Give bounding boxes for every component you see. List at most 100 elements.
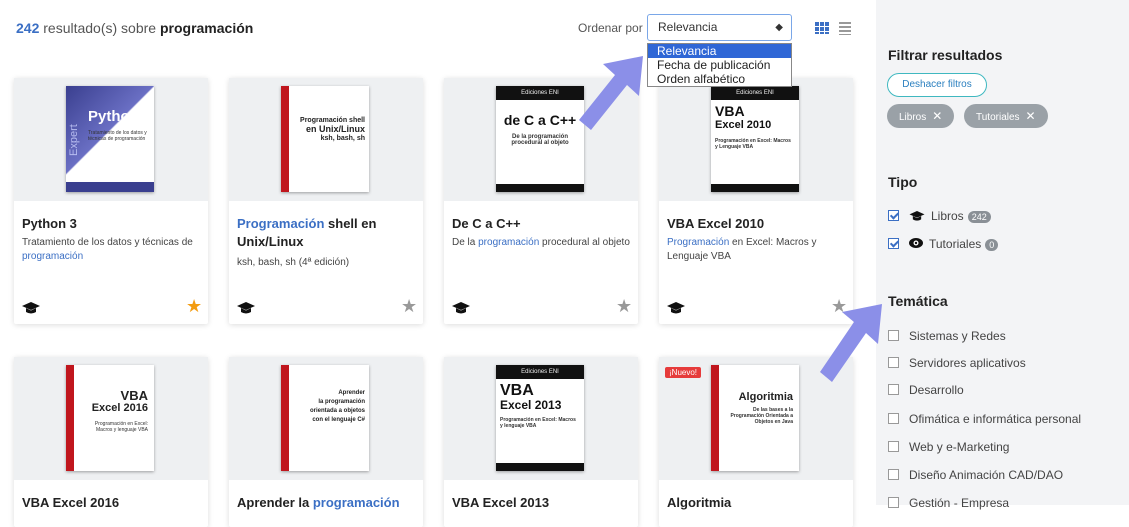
results-area: 242 resultado(s) sobre programación Orde… [0,0,876,527]
favorite-star-icon[interactable]: ★ [401,297,417,315]
cover-subtitle: Programación en Excel: Macros y lenguaje… [500,417,576,429]
tipo-libros[interactable]: Libros 242 [888,208,991,224]
book-card-vba-2013[interactable]: Ediciones ENI VBA Excel 2013 Programación… [444,357,638,527]
close-icon[interactable]: ✕ [932,109,942,123]
checkbox[interactable] [888,469,899,480]
checkbox[interactable] [888,330,899,341]
card-title[interactable]: VBA Excel 2016 [22,494,200,512]
tematica-item[interactable]: Gestión - Empresa [888,495,1009,511]
card-title[interactable]: Aprender la programación [237,494,415,512]
checkbox[interactable] [888,357,899,368]
filter-title: Filtrar resultados [888,47,1003,63]
cover-title: Programación shell en Unix/Linux ksh, bash… [300,117,365,142]
cover-title: de C a C++ [503,112,577,128]
cover-title: Aprender la programación orientada a objet… [309,390,365,423]
card-title[interactable]: Algoritmia [667,494,845,512]
cover-title: Python 3 [88,108,152,125]
cover-stripe [711,365,719,471]
book-cover: Ediciones ENI de C a C++ De la programac… [496,86,584,192]
book-cover: Expert Python 3 Tratamiento de los datos… [66,86,154,192]
cover-stripe [281,86,289,192]
sort-label: Ordenar por [578,21,643,35]
tematica-item[interactable]: Diseño Animación CAD/DAO [888,467,1063,483]
tematica-title: Temática [888,293,948,309]
book-cover: Programación shell en Unix/Linux ksh, bash… [281,86,369,192]
checkbox[interactable] [888,210,899,221]
tematica-item[interactable]: Web y e-Marketing [888,439,1009,455]
count-badge: 0 [985,239,999,251]
sort-dropdown: Relevancia Fecha de publicación Orden al… [647,43,792,87]
graduation-cap-icon [909,211,925,221]
select-caret-icon: ◆ [775,22,783,33]
favorite-star-icon[interactable]: ★ [616,297,632,315]
card-title[interactable]: VBA Excel 2010 [667,215,845,233]
cover-foot [496,184,584,192]
undo-filters-button[interactable]: Deshacer filtros [887,73,987,97]
results-number: 242 [16,20,40,36]
cover-foot [496,463,584,471]
grid-view-icon[interactable] [815,22,829,34]
cover-stripe [281,365,289,471]
book-card-python3[interactable]: Expert Python 3 Tratamiento de los datos… [14,78,208,324]
card-title[interactable]: De C a C++ [452,215,630,233]
checkbox[interactable] [888,413,899,424]
tipo-title: Tipo [888,174,918,190]
cover-subtitle: Tratamiento de los datos y técnicas de p… [88,130,147,142]
card-subtitle: Tratamiento de los datos y técnicas de p… [22,237,193,262]
cover-title: Algoritmia [738,391,793,403]
list-view-icon[interactable] [839,22,851,35]
book-card-shell-unix[interactable]: Programación shell en Unix/Linux ksh, bash… [229,78,423,324]
sort-option-relevancia[interactable]: Relevancia [648,44,791,58]
book-cover: VBA Excel 2016 Programación en Excel: Mac… [66,365,154,471]
cover-title: VBA Excel 2016 [91,388,148,414]
cover-subtitle: De la programación procedural al objeto [511,134,569,146]
cover-stripe [66,365,74,471]
card-title[interactable]: VBA Excel 2013 [452,494,630,512]
checkbox[interactable] [888,497,899,508]
sort-select[interactable]: Relevancia ◆ [647,14,792,41]
sort-option-fecha[interactable]: Fecha de publicación [648,58,791,72]
results-count: 242 resultado(s) sobre programación [16,20,253,36]
count-badge: 242 [967,211,991,223]
pointer-arrow-icon [820,304,882,382]
checkbox[interactable] [888,384,899,395]
card-subtitle: Programación en Excel: Macros y Lenguaje… [667,237,817,262]
filter-chip-tutoriales[interactable]: Tutoriales ✕ [964,104,1048,128]
tematica-item[interactable]: Sistemas y Redes [888,328,1006,344]
checkbox[interactable] [888,238,899,249]
filter-chip-libros[interactable]: Libros ✕ [887,104,955,128]
graduation-cap-icon [237,302,255,314]
cover-foot [711,184,799,192]
eye-icon [909,238,923,248]
graduation-cap-icon [452,302,470,314]
tipo-tutoriales[interactable]: Tutoriales 0 [888,236,999,252]
cover-band: Ediciones ENI [496,365,584,379]
cover-area: Ediciones ENI VBA Excel 2010 Programación… [659,78,853,201]
book-cover: Ediciones ENI VBA Excel 2010 Programación… [711,86,799,192]
cover-subtitle: De las bases a la Programación Orientada… [730,407,793,425]
card-title[interactable]: Programación shell en Unix/Linux [237,215,415,251]
cover-band: Ediciones ENI [496,86,584,100]
book-cover: Aprender la programación orientada a objet… [281,365,369,471]
checkbox[interactable] [888,441,899,452]
book-card-vba-2010[interactable]: Ediciones ENI VBA Excel 2010 Programación… [659,78,853,324]
book-card-vba-2016[interactable]: VBA Excel 2016 Programación en Excel: Mac… [14,357,208,527]
tematica-item[interactable]: Servidores aplicativos [888,355,1026,371]
sort-option-alfabetico[interactable]: Orden alfabético [648,72,791,86]
sort-selected-value: Relevancia [658,20,718,34]
cover-area: VBA Excel 2016 Programación en Excel: Mac… [14,357,208,480]
card-title[interactable]: Python 3 [22,215,200,233]
book-cover: Algoritmia De las bases a la Programació… [711,365,799,471]
cover-area: Aprender la programación orientada a objet… [229,357,423,480]
cover-side-text: Expert [68,124,80,156]
close-icon[interactable]: ✕ [1026,109,1036,123]
tematica-item[interactable]: Desarrollo [888,382,964,398]
cover-band [66,182,154,192]
cover-subtitle: Programación en Excel: Macros y lenguaje… [94,421,148,433]
card-subtitle: De la programación procedural al objeto [452,237,630,248]
book-card-aprender-programacion[interactable]: Aprender la programación orientada a objet… [229,357,423,527]
cover-area: Ediciones ENI VBA Excel 2013 Programación… [444,357,638,480]
favorite-star-icon[interactable]: ★ [186,297,202,315]
tematica-item[interactable]: Ofimática e informática personal [888,411,1081,427]
cover-title: VBA Excel 2010 [715,103,772,131]
